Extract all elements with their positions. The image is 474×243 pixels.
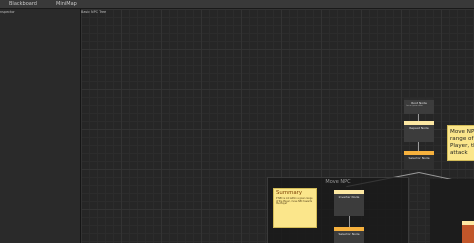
selector-node-group[interactable]: Selector Node	[334, 227, 364, 243]
repeat-node[interactable]: Repeat Node	[404, 121, 434, 142]
inverter-node-title: Inverter Node	[338, 195, 360, 199]
selector-node-top-title: Selector Node	[408, 156, 430, 160]
repeat-node-title: Repeat Node	[409, 126, 429, 130]
blackboard-toggle[interactable]: Blackboard	[9, 0, 37, 8]
minimap-toggle[interactable]: MiniMap	[56, 0, 77, 8]
behaviour-tree-graph[interactable]: Basic NPC Tree Root Node Lorem ipsum dol…	[81, 9, 474, 243]
inspector-panel: nspector	[0, 9, 81, 243]
right-node-partial-header	[462, 221, 474, 225]
move-npc-sticky-note[interactable]: Move NPC range of th Player, th attack	[447, 125, 474, 161]
root-node-description: Lorem ipsum dolor	[406, 105, 423, 107]
inverter-node[interactable]: Inverter Node	[334, 190, 364, 216]
connection-root-repeat	[418, 114, 419, 121]
summary-sticky-note[interactable]: Summary If NPC is not within a given ran…	[273, 188, 317, 228]
graph-title: Basic NPC Tree	[81, 9, 107, 14]
move-npc-group-title: Move NPC	[325, 179, 351, 185]
graph-toolbar: Blackboard MiniMap	[0, 0, 474, 9]
move-npc-sticky-text: Move NPC range of th Player, th attack	[450, 129, 474, 156]
selector-node-top[interactable]: Selector Node	[404, 151, 434, 169]
connection-inverter-selector	[349, 216, 350, 227]
selector-node-group-title: Selector Node	[338, 232, 360, 236]
inspector-label: nspector	[0, 9, 15, 14]
root-node[interactable]: Root Node Lorem ipsum dolor	[404, 97, 434, 114]
summary-sticky-text: If NPC is not within a given range of th…	[276, 197, 313, 206]
summary-sticky-title: Summary	[276, 190, 303, 196]
connection-repeat-selector	[418, 142, 419, 151]
